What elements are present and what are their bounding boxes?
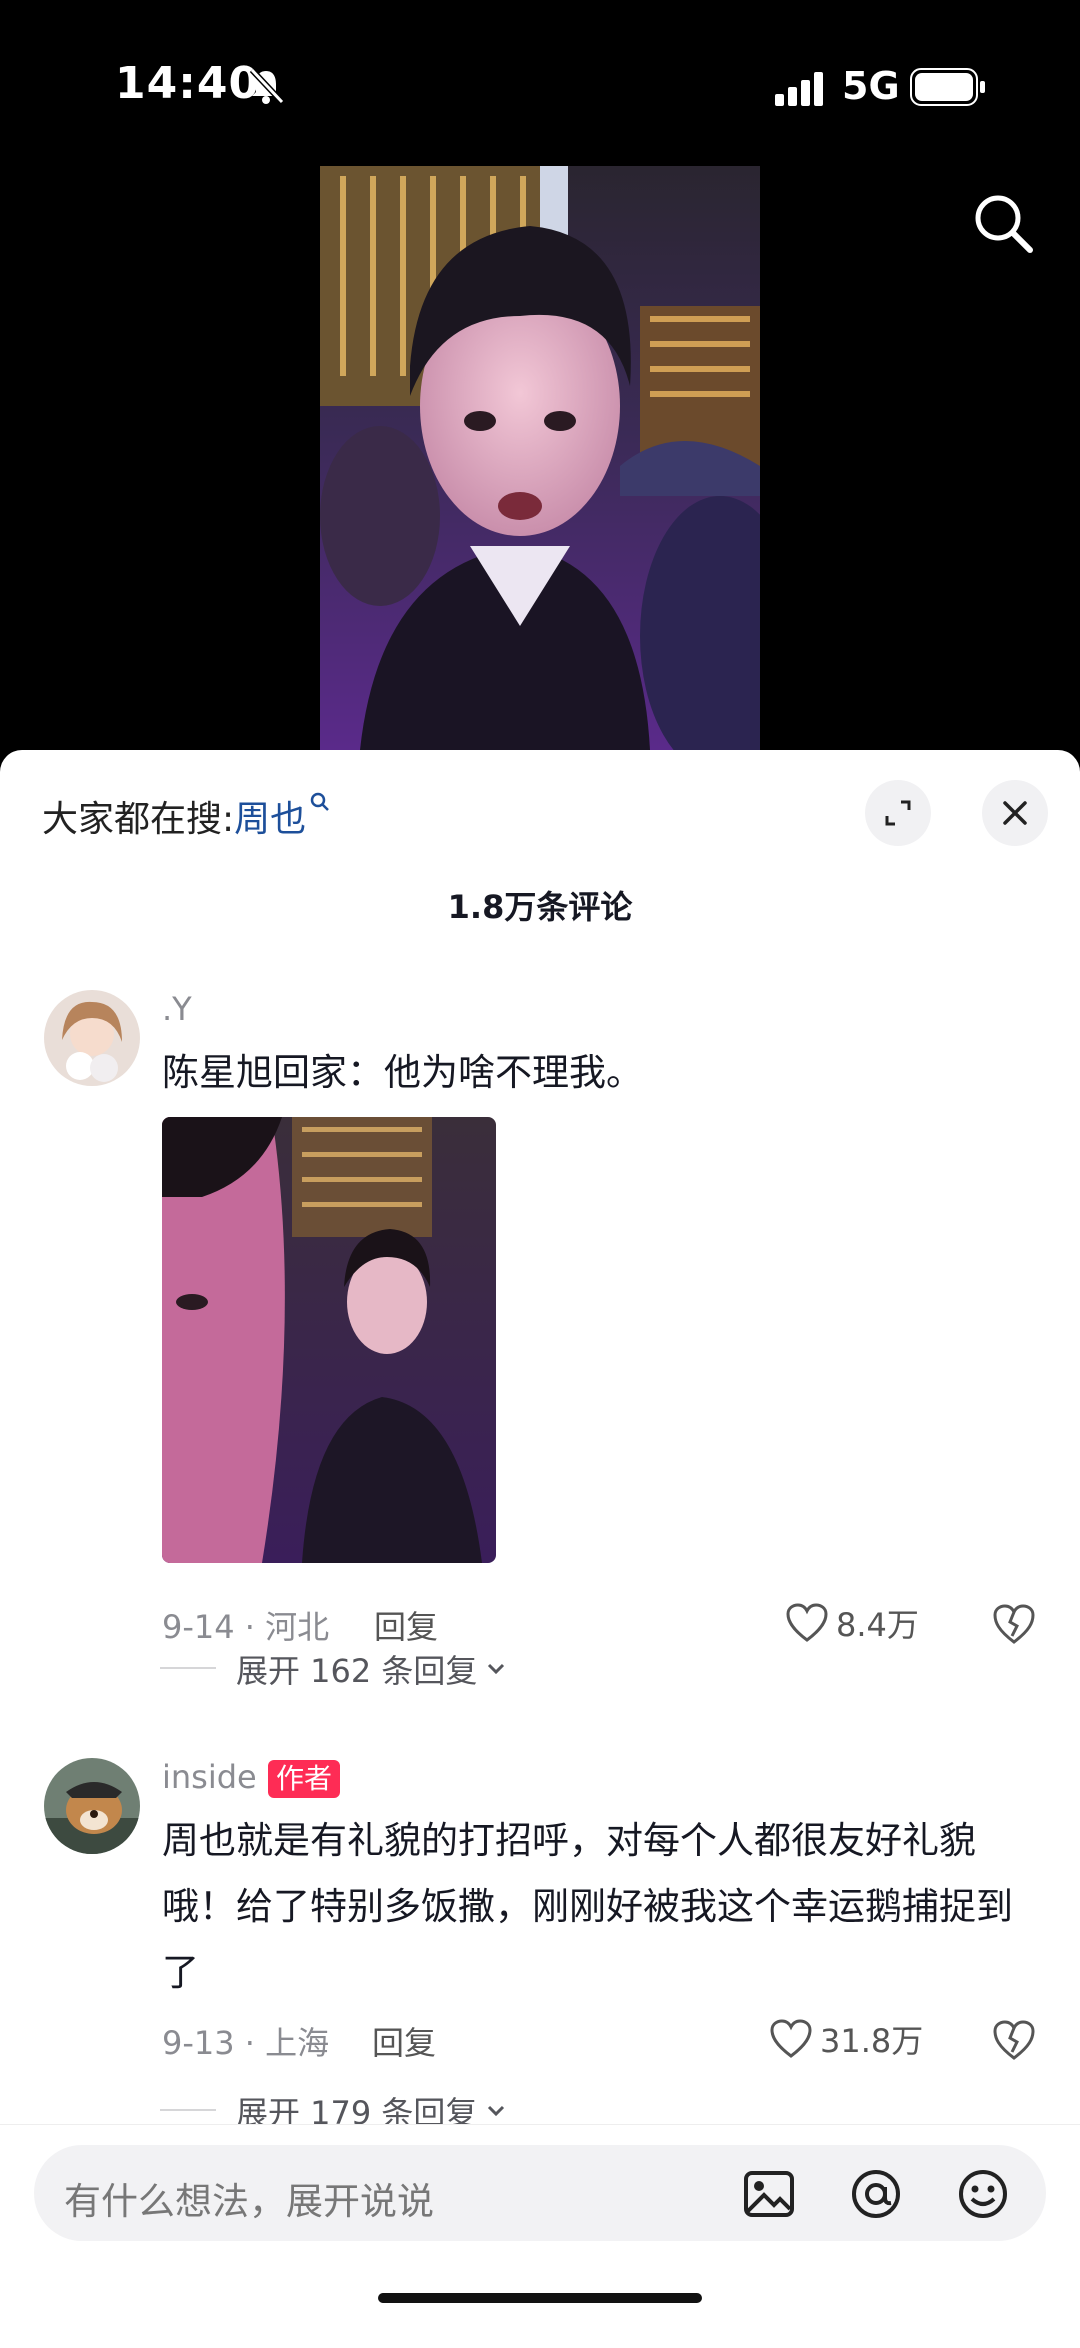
avatar-image (44, 990, 140, 1086)
bell-off-icon (249, 67, 285, 105)
small-search-icon (310, 792, 330, 811)
comment-text: 陈星旭回家：他为啥不理我。 (162, 1051, 643, 1094)
search-icon[interactable] (972, 192, 1034, 254)
comment-date-location: 9-14 · 河北 (162, 1608, 330, 1646)
comment-input-bar: 有什么想法，展开说说 (0, 2124, 1080, 2348)
divider-line (160, 2109, 216, 2111)
video-frame (320, 166, 760, 750)
comment-username[interactable]: .Y (162, 990, 192, 1028)
home-indicator (378, 2293, 702, 2303)
status-time: 14:40 (115, 58, 261, 109)
emoji-icon[interactable] (956, 2167, 1010, 2221)
mention-icon[interactable] (849, 2167, 903, 2221)
chevron-down-icon (488, 1663, 505, 1675)
like-button[interactable]: 8.4万 (786, 1600, 919, 1646)
comment-date-location: 9-13 · 上海 (162, 2024, 330, 2062)
avatar[interactable] (44, 990, 140, 1086)
avatar[interactable] (44, 1758, 140, 1854)
heart-icon (786, 1603, 828, 1642)
video-player[interactable] (320, 166, 760, 750)
comment-image[interactable] (162, 1117, 496, 1563)
comment-input-placeholder: 有什么想法，展开说说 (64, 2180, 434, 2223)
expand-replies-label: 展开 162 条回复 (236, 1652, 478, 1690)
expand-icon (885, 800, 911, 826)
trending-search-hint[interactable]: 大家都在搜:周也 (42, 790, 332, 842)
avatar-image (44, 1758, 140, 1854)
comment-photo (162, 1117, 496, 1563)
reply-button[interactable]: 回复 (374, 1602, 438, 1648)
divider-line (160, 1667, 216, 1669)
expand-sheet-button[interactable] (865, 780, 931, 846)
comment-sheet: 大家都在搜:周也 1.8万条评论 .Y 陈星旭回家：他为啥不理我。 9-14 ·… (0, 750, 1080, 2347)
trending-search-prefix: 大家都在搜: (42, 799, 235, 840)
trending-search-keyword[interactable]: 周也 (234, 799, 306, 840)
comment-input[interactable]: 有什么想法，展开说说 (34, 2145, 1046, 2241)
comment-text: 周也就是有礼貌的打招呼，对每个人都很友好礼貌哦！给了特别多饭撒，刚刚好被我这个幸… (162, 1819, 1013, 1994)
signal-icon (775, 72, 823, 106)
author-badge: 作者 (268, 1760, 341, 1798)
chevron-down-icon (488, 2105, 505, 2117)
close-icon (1003, 801, 1027, 825)
close-button[interactable] (982, 780, 1048, 846)
battery-icon (910, 68, 985, 106)
expand-replies-button[interactable]: 展开 162 条回复 (236, 1646, 509, 1692)
like-count: 31.8万 (820, 2022, 924, 2060)
image-icon[interactable] (742, 2167, 796, 2221)
like-button[interactable]: 31.8万 (770, 2016, 923, 2062)
status-bar: 14:40 5G (0, 0, 1080, 150)
reply-button[interactable]: 回复 (372, 2018, 436, 2064)
comment-count: 1.8万条评论 (447, 888, 633, 926)
like-count: 8.4万 (836, 1606, 919, 1644)
network-type: 5G (842, 64, 900, 108)
comment-username[interactable]: inside (162, 1758, 257, 1796)
heart-icon (770, 2019, 812, 2058)
dislike-icon[interactable] (992, 2018, 1036, 2062)
dislike-icon[interactable] (992, 1602, 1036, 1646)
